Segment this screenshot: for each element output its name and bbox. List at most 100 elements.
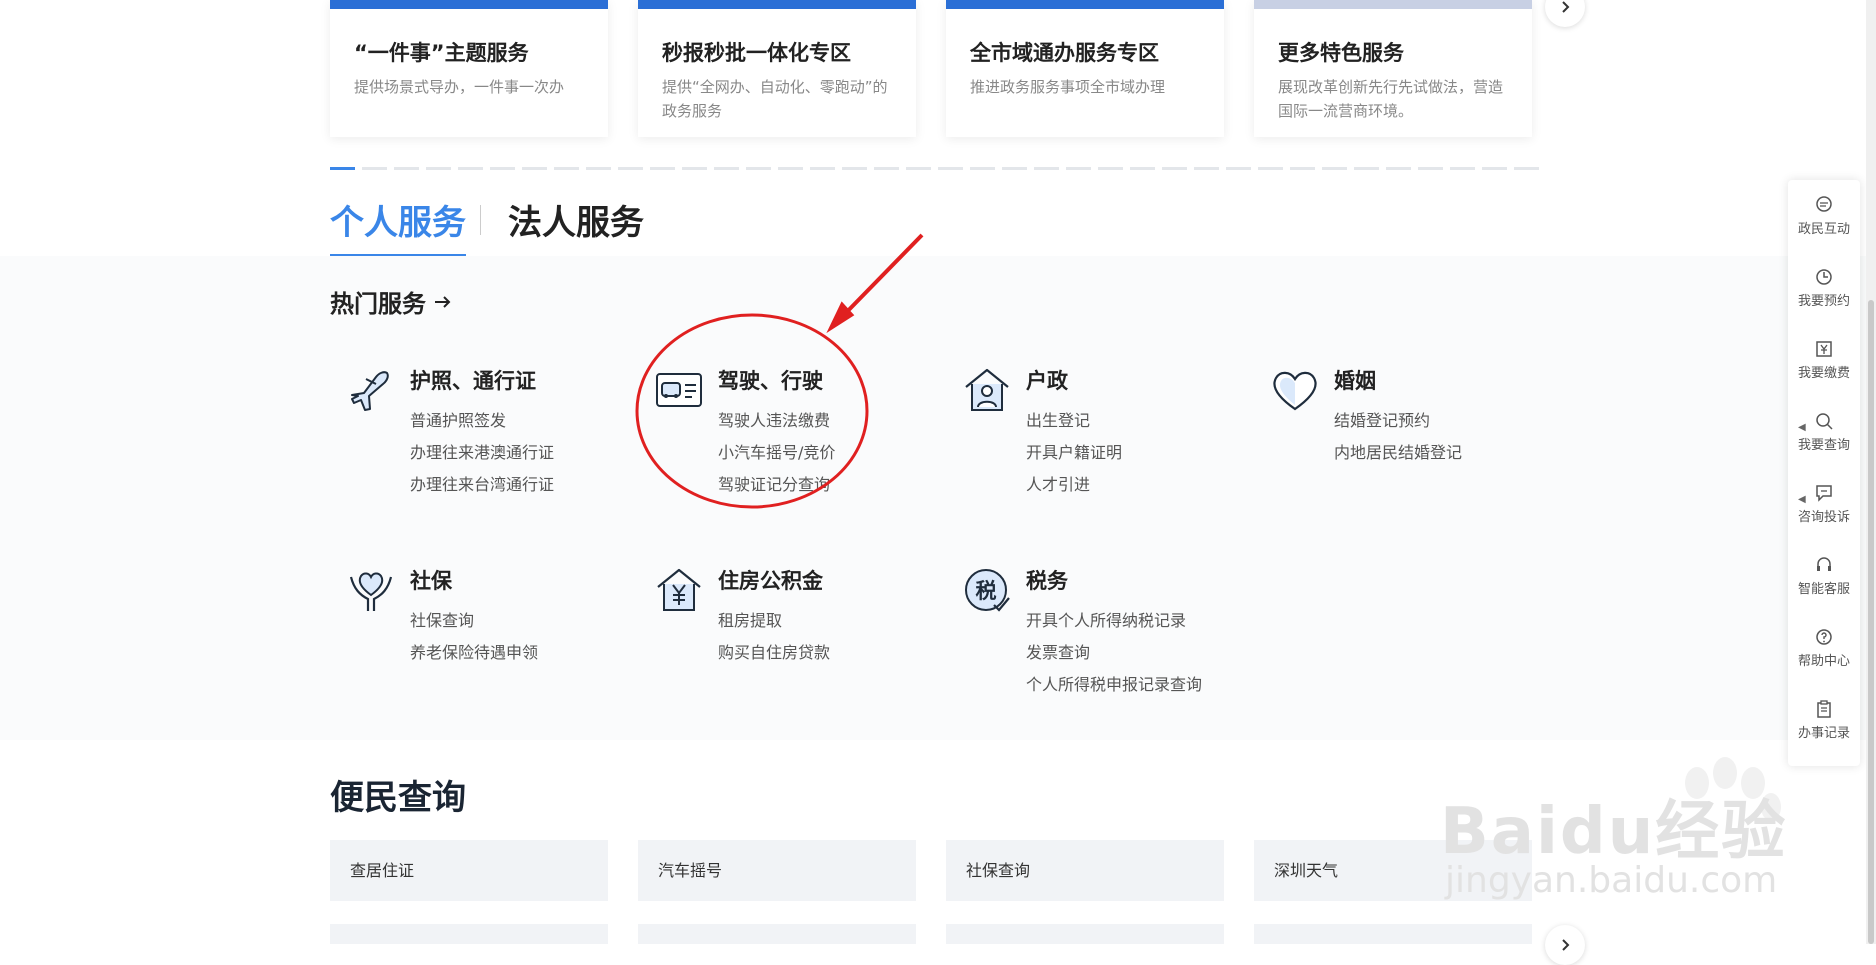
pager-dot[interactable]	[650, 167, 675, 170]
service-link[interactable]: 养老保险待遇申领	[410, 637, 538, 669]
carousel-next-button[interactable]	[1545, 0, 1585, 27]
top-card-one-thing[interactable]: “一件事”主题服务 提供场景式导办，一件事一次办	[330, 0, 608, 137]
pager-dot[interactable]	[1194, 167, 1219, 170]
pager-dot[interactable]	[714, 167, 739, 170]
top-card-citywide[interactable]: 全市域通办服务专区 推进政务服务事项全市域办理	[946, 0, 1224, 137]
convenience-next-button[interactable]	[1545, 925, 1585, 965]
service-group-title[interactable]: 社保	[410, 565, 452, 595]
service-group-title[interactable]: 护照、通行证	[410, 365, 536, 395]
top-card-desc: 展现改革创新先行先试做法，营造国际一流营商环境。	[1278, 78, 1504, 120]
service-link[interactable]: 办理往来港澳通行证	[410, 437, 554, 469]
service-link[interactable]: 普通护照签发	[410, 405, 554, 437]
pager-dot[interactable]	[522, 167, 547, 170]
service-link[interactable]: 人才引进	[1026, 469, 1122, 501]
pager-dot[interactable]	[778, 167, 803, 170]
float-item-smart-service[interactable]: 智能客服	[1788, 540, 1860, 612]
carousel-pager[interactable]	[330, 167, 1540, 170]
float-item-help[interactable]: 帮助中心	[1788, 612, 1860, 684]
pager-dot[interactable]	[874, 167, 899, 170]
pager-dot[interactable]	[1354, 167, 1379, 170]
pager-dot[interactable]	[426, 167, 451, 170]
float-item-payment[interactable]: 我要缴费	[1788, 324, 1860, 396]
pager-dot[interactable]	[394, 167, 419, 170]
pager-dot[interactable]	[490, 167, 515, 170]
pager-dot[interactable]	[330, 167, 355, 170]
pager-dot[interactable]	[1226, 167, 1251, 170]
pager-dot[interactable]	[842, 167, 867, 170]
service-link[interactable]: 开具户籍证明	[1026, 437, 1122, 469]
service-link[interactable]: 社保查询	[410, 605, 538, 637]
convenience-item[interactable]	[946, 924, 1224, 944]
top-card-more-features[interactable]: 更多特色服务 展现改革创新先行先试做法，营造国际一流营商环境。	[1254, 0, 1532, 137]
pager-dot[interactable]	[810, 167, 835, 170]
pager-dot[interactable]	[938, 167, 963, 170]
pager-dot[interactable]	[1098, 167, 1123, 170]
pager-dot[interactable]	[682, 167, 707, 170]
service-link[interactable]: 内地居民结婚登记	[1334, 437, 1462, 469]
convenience-item[interactable]	[638, 924, 916, 944]
convenience-item[interactable]	[330, 924, 608, 944]
pager-dot[interactable]	[1066, 167, 1091, 170]
hot-services-title: 热门服务	[330, 290, 426, 318]
float-item-complaint[interactable]: ◀ 咨询投诉	[1788, 468, 1860, 540]
service-link[interactable]: 出生登记	[1026, 405, 1122, 437]
pager-dot[interactable]	[1450, 167, 1475, 170]
service-link[interactable]: 办理往来台湾通行证	[410, 469, 554, 501]
service-link[interactable]: 发票查询	[1026, 637, 1202, 669]
hot-services-link[interactable]: 热门服务	[330, 284, 452, 319]
hot-services-panel	[0, 256, 1876, 740]
scrollbar-thumb[interactable]	[1868, 300, 1874, 944]
pager-dot[interactable]	[1514, 167, 1539, 170]
service-group-title[interactable]: 婚姻	[1334, 365, 1376, 395]
service-link[interactable]: 驾驶人违法缴费	[718, 405, 835, 437]
pager-dot[interactable]	[618, 167, 643, 170]
top-card-title: “一件事”主题服务	[354, 41, 529, 65]
pager-dot[interactable]	[1130, 167, 1155, 170]
pager-dot[interactable]	[746, 167, 771, 170]
pager-dot[interactable]	[906, 167, 931, 170]
service-group-title[interactable]: 户政	[1026, 365, 1068, 395]
pager-dot[interactable]	[586, 167, 611, 170]
convenience-item[interactable]: 社保查询	[946, 840, 1224, 901]
service-group-title[interactable]: 驾驶、行驶	[718, 365, 823, 395]
watermark-url: jingyan.baidu.com	[1445, 860, 1778, 901]
top-card-instant-approval[interactable]: 秒报秒批一体化专区 提供“全网办、自动化、零跑动”的政务服务	[638, 0, 916, 137]
clock-icon	[1816, 269, 1832, 285]
tax-icon: 税	[965, 569, 1010, 612]
convenience-item[interactable]: 查居住证	[330, 840, 608, 901]
convenience-item[interactable]: 汽车摇号	[638, 840, 916, 901]
service-group-title[interactable]: 税务	[1026, 565, 1068, 595]
pager-dot[interactable]	[1482, 167, 1507, 170]
tax-icon-glyph: 税	[976, 579, 997, 603]
heart-icon	[1273, 371, 1317, 411]
pager-dot[interactable]	[1290, 167, 1315, 170]
pager-dot[interactable]	[1386, 167, 1411, 170]
airplane-icon	[351, 371, 389, 411]
pager-dot[interactable]	[1034, 167, 1059, 170]
pager-dot[interactable]	[458, 167, 483, 170]
float-item-query[interactable]: ◀ 我要查询	[1788, 396, 1860, 468]
house-yuan-icon	[657, 568, 701, 611]
pager-dot[interactable]	[970, 167, 995, 170]
pager-dot[interactable]	[1322, 167, 1347, 170]
pager-dot[interactable]	[1002, 167, 1027, 170]
service-link[interactable]: 购买自住房贷款	[718, 637, 830, 669]
pager-dot[interactable]	[1258, 167, 1283, 170]
pager-dot[interactable]	[554, 167, 579, 170]
pager-dot[interactable]	[362, 167, 387, 170]
service-group-title[interactable]: 住房公积金	[718, 565, 823, 595]
float-item-appointment[interactable]: 我要预约	[1788, 252, 1860, 324]
service-link[interactable]: 结婚登记预约	[1334, 405, 1462, 437]
tab-personal-services[interactable]: 个人服务	[330, 195, 466, 258]
chat-icon	[1816, 196, 1832, 212]
convenience-item[interactable]	[1254, 924, 1532, 944]
service-link[interactable]: 开具个人所得纳税记录	[1026, 605, 1202, 637]
service-link[interactable]: 小汽车摇号/竞价	[718, 437, 835, 469]
pager-dot[interactable]	[1418, 167, 1443, 170]
float-item-interaction[interactable]: 政民互动	[1788, 180, 1860, 252]
pager-dot[interactable]	[1162, 167, 1187, 170]
service-link[interactable]: 个人所得税申报记录查询	[1026, 669, 1202, 701]
tab-corporate-services[interactable]: 法人服务	[508, 195, 644, 244]
service-link[interactable]: 租房提取	[718, 605, 830, 637]
service-link[interactable]: 驾驶证记分查询	[718, 469, 835, 501]
